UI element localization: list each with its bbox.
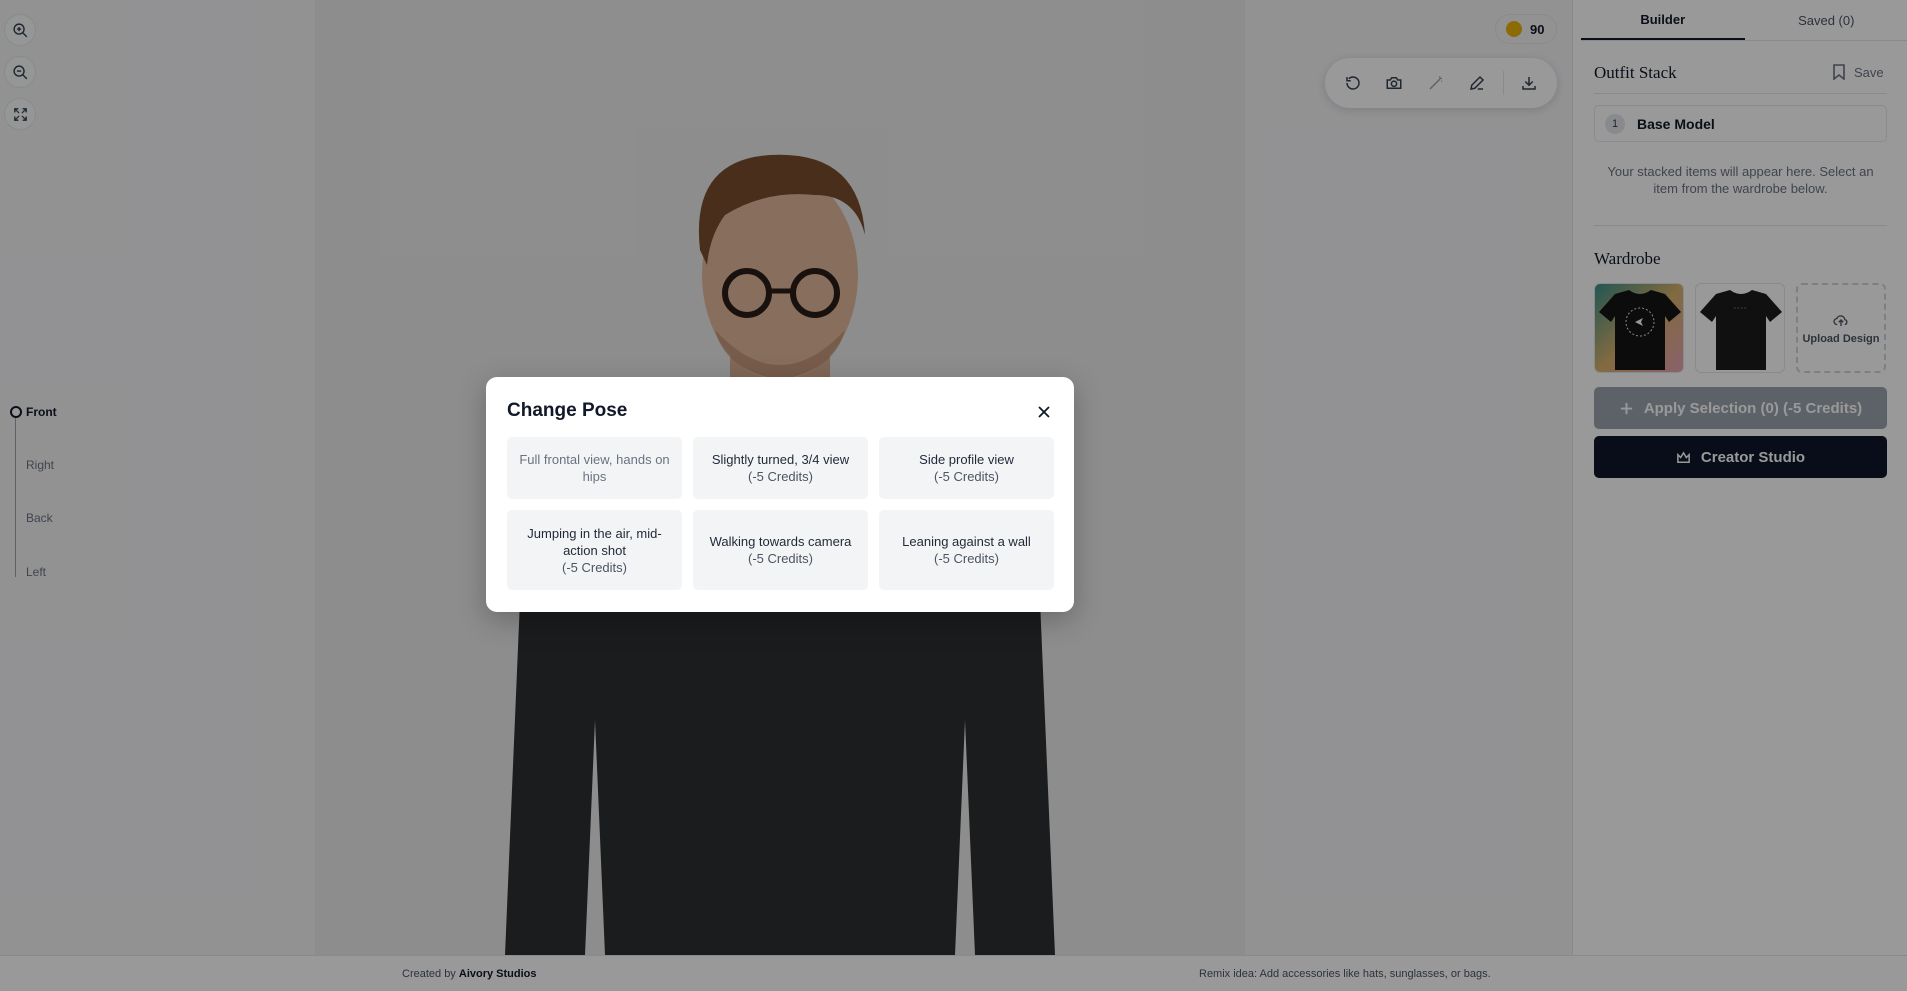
pose-option-side-profile[interactable]: Side profile view (-5 Credits) (879, 437, 1054, 499)
close-icon (1038, 406, 1050, 418)
pose-option-walking[interactable]: Walking towards camera (-5 Credits) (693, 510, 868, 590)
change-pose-dialog: Change Pose Full frontal view, hands on … (486, 377, 1074, 612)
pose-label: Walking towards camera (709, 534, 852, 549)
pose-label: Jumping in the air, mid-action shot (527, 525, 662, 558)
pose-option-three-quarter[interactable]: Slightly turned, 3/4 view (-5 Credits) (693, 437, 868, 499)
pose-cost: (-5 Credits) (933, 551, 999, 566)
pose-option-jumping[interactable]: Jumping in the air, mid-action shot (-5 … (507, 510, 682, 590)
pose-label: Leaning against a wall (902, 534, 1031, 549)
pose-cost: (-5 Credits) (747, 551, 813, 566)
pose-cost: (-5 Credits) (747, 469, 813, 484)
pose-option-leaning[interactable]: Leaning against a wall (-5 Credits) (879, 510, 1054, 590)
pose-option-frontal[interactable]: Full frontal view, hands on hips (507, 437, 682, 499)
pose-cost: (-5 Credits) (561, 559, 627, 575)
pose-label: Full frontal view, hands on hips (519, 452, 670, 484)
dialog-title: Change Pose (507, 400, 628, 421)
pose-options: Full frontal view, hands on hips Slightl… (507, 437, 1054, 590)
pose-label: Side profile view (919, 452, 1014, 467)
close-button[interactable] (1032, 400, 1056, 424)
pose-cost: (-5 Credits) (933, 469, 999, 484)
pose-label: Slightly turned, 3/4 view (711, 452, 850, 467)
